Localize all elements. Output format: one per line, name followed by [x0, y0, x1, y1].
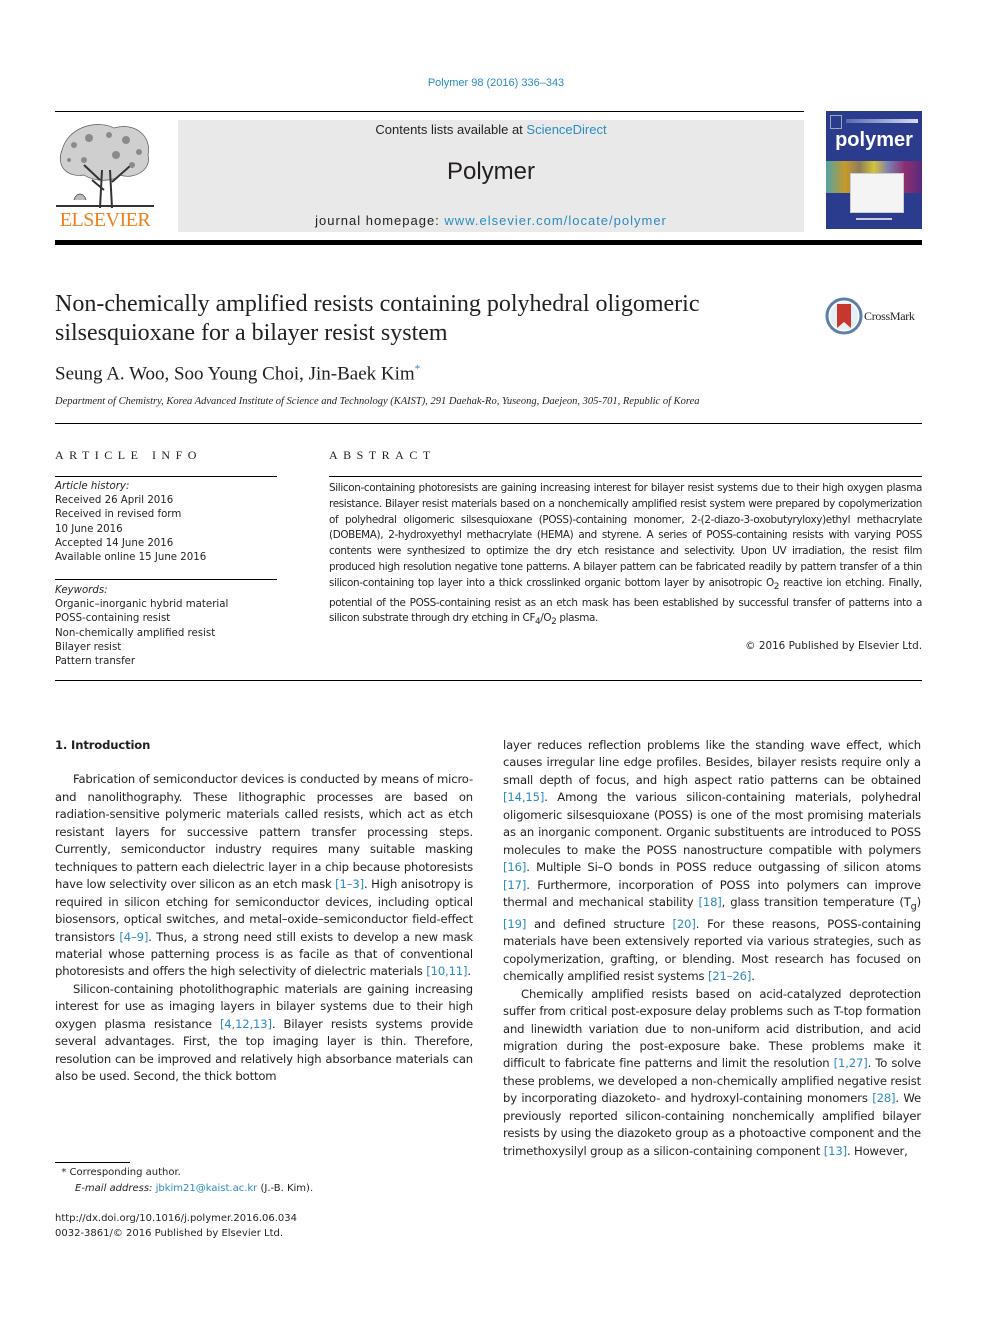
keyword-item: Non-chemically amplified resist — [55, 627, 216, 639]
text-run: , glass transition temperature (T — [721, 895, 911, 910]
abstract-part: Silicon-containing photoresists are gain… — [329, 482, 922, 589]
text-run: layer reduces reflection problems like t… — [503, 738, 921, 787]
reference-link[interactable]: [20] — [673, 917, 696, 931]
text-run: . Among the various silicon-containing m… — [503, 790, 921, 857]
body-paragraph: Chemically amplified resists based on ac… — [503, 986, 921, 1161]
history-label: Article history: — [55, 481, 130, 492]
elsevier-wordmark: ELSEVIER — [59, 209, 151, 231]
article-info-heading: ARTICLE INFO — [55, 448, 202, 462]
history-item: Received 26 April 2016 — [55, 495, 174, 507]
contents-available: Contents lists available at ScienceDirec… — [178, 122, 804, 137]
text-run: . Multiple Si–O bonds in POSS reduce out… — [526, 860, 921, 875]
abstract-part: plasma. — [556, 612, 598, 625]
article-title: Non-chemically amplified resists contain… — [55, 291, 700, 346]
text-run: . — [467, 964, 471, 979]
reference-link[interactable]: [1–3] — [335, 877, 364, 891]
crossmark-icon — [825, 297, 863, 335]
history-item: Accepted 14 June 2016 — [55, 537, 174, 549]
reference-link[interactable]: [21–26] — [708, 969, 751, 983]
text-run: and defined structure — [526, 916, 673, 931]
keyword-item: Pattern transfer — [55, 656, 136, 668]
reference-link[interactable]: [19] — [503, 917, 526, 931]
journal-cover-thumbnail[interactable]: polymer — [826, 111, 922, 229]
body-paragraph: Silicon-containing photolithographic mat… — [55, 981, 473, 1086]
abstract-part: /O — [540, 612, 552, 625]
body-column-right: layer reduces reflection problems like t… — [503, 737, 921, 1160]
body-paragraph: Fabrication of semiconductor devices is … — [55, 771, 473, 980]
footnote-corresponding: * Corresponding author. — [55, 1165, 181, 1181]
reference-link[interactable]: [4,12,13] — [220, 1017, 272, 1031]
body-column-left: 1. Introduction Fabrication of semicondu… — [55, 737, 473, 1086]
reference-link[interactable]: [28] — [872, 1091, 895, 1105]
doi-link[interactable]: http://dx.doi.org/10.1016/j.polymer.2016… — [55, 1211, 297, 1227]
abstract-rule — [329, 476, 922, 477]
text-run: ) — [916, 895, 922, 910]
header-thick-rule — [55, 240, 922, 245]
cover-editor-line — [856, 218, 892, 220]
keyword-item: Organic–inorganic hybrid material — [55, 599, 229, 611]
journal-name: Polymer — [446, 158, 536, 185]
divider-rule — [55, 680, 922, 681]
body-paragraph: layer reduces reflection problems like t… — [503, 737, 921, 986]
issn-copyright: 0032-3861/© 2016 Published by Elsevier L… — [55, 1228, 284, 1239]
history-item: Available online 15 June 2016 — [55, 552, 207, 564]
section-heading-introduction: 1. Introduction — [55, 738, 151, 752]
footnote-email: E-mail address: jbkim21@kaist.ac.kr (J.-… — [55, 1181, 313, 1197]
author-list: Seung A. Woo, Soo Young Choi, Jin-Baek K… — [55, 363, 420, 385]
cover-title: polymer — [835, 129, 913, 151]
history-item: 10 June 2016 — [55, 523, 123, 535]
reference-link[interactable]: [1,27] — [834, 1056, 868, 1070]
reference-link[interactable]: [18] — [698, 895, 721, 909]
reference-link[interactable]: [4–9] — [119, 930, 148, 944]
keywords-rule — [55, 579, 277, 580]
reference-link[interactable]: [16] — [503, 860, 526, 874]
crossmark-label: CrossMark — [864, 309, 915, 323]
reference-link[interactable]: [10,11] — [426, 964, 467, 978]
homepage-link[interactable]: www.elsevier.com/locate/polymer — [444, 213, 666, 228]
text-run: . However, — [846, 1143, 908, 1158]
text-run: . — [751, 969, 755, 984]
reference-link[interactable]: [17] — [503, 878, 526, 892]
cover-elsevier-badge — [830, 115, 842, 129]
email-link[interactable]: jbkim21@kaist.ac.kr — [156, 1183, 258, 1194]
article-history: Article history: Received 26 April 2016 … — [55, 480, 206, 565]
contents-prefix: Contents lists available at — [375, 122, 527, 137]
sciencedirect-link[interactable]: ScienceDirect — [526, 122, 606, 137]
article-info-rule — [55, 476, 277, 477]
homepage-prefix: journal homepage: — [315, 213, 445, 228]
footnote-rule — [55, 1162, 130, 1163]
crossmark-button[interactable]: CrossMark — [825, 296, 925, 336]
footnote-text: Corresponding author. — [66, 1167, 181, 1178]
keyword-item: Bilayer resist — [55, 641, 122, 653]
header-rule — [55, 111, 804, 112]
reference-link[interactable]: [14,15] — [503, 790, 544, 804]
email-suffix: (J.-B. Kim). — [257, 1183, 314, 1194]
cover-figure — [850, 173, 904, 213]
reference-link[interactable]: [13] — [824, 1144, 847, 1158]
history-item: Received in revised form — [55, 509, 182, 521]
journal-homepage: journal homepage: www.elsevier.com/locat… — [178, 213, 804, 228]
abstract-heading: ABSTRACT — [329, 448, 436, 462]
journal-banner: Contents lists available at ScienceDirec… — [178, 120, 804, 232]
abstract-text: Silicon-containing photoresists are gain… — [329, 481, 922, 631]
keywords: Keywords: Organic–inorganic hybrid mater… — [55, 584, 228, 669]
divider-rule — [55, 423, 922, 424]
keywords-label: Keywords: — [55, 585, 108, 596]
abstract-copyright: © 2016 Published by Elsevier Ltd. — [745, 640, 922, 652]
journal-citation-link[interactable]: Polymer 98 (2016) 336–343 — [0, 77, 992, 89]
elsevier-tree-icon — [56, 124, 154, 209]
affiliation: Department of Chemistry, Korea Advanced … — [55, 396, 700, 407]
authors-text: Seung A. Woo, Soo Young Choi, Jin-Baek K… — [55, 363, 415, 385]
corresponding-author-mark[interactable]: * — [415, 363, 421, 375]
email-label: E-mail address: — [75, 1183, 156, 1194]
text-run: Fabrication of semiconductor devices is … — [55, 772, 473, 892]
cover-header-bar — [846, 119, 918, 123]
elsevier-logo[interactable]: ELSEVIER — [54, 120, 156, 232]
keyword-item: POSS-containing resist — [55, 613, 171, 625]
